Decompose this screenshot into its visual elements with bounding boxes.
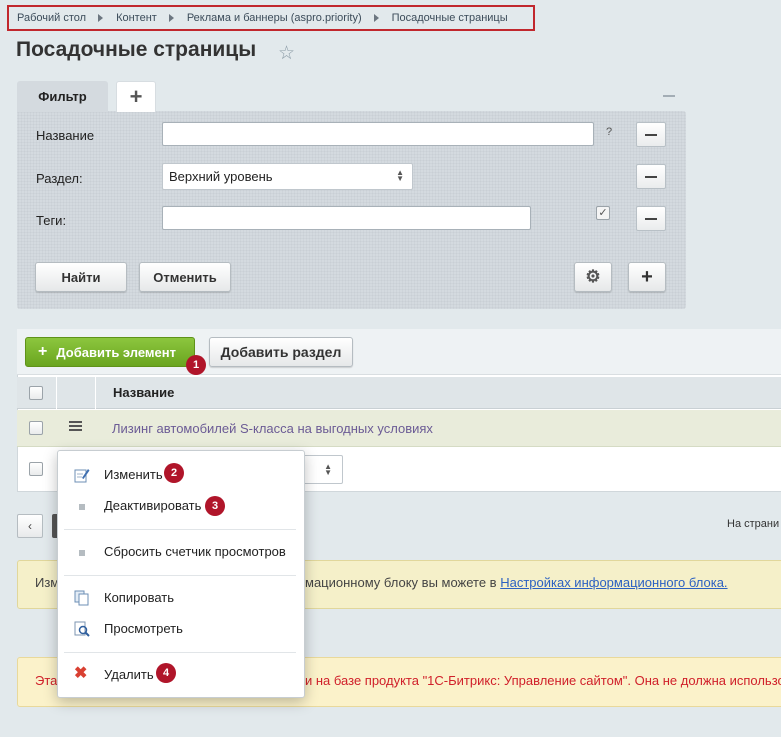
remove-tags-field-button[interactable] xyxy=(636,206,666,231)
menu-separator xyxy=(64,529,296,530)
delete-icon: ✖ xyxy=(74,665,88,682)
name-input[interactable] xyxy=(162,122,594,146)
page-size-label: На страни xyxy=(727,518,780,530)
footer-checkbox[interactable] xyxy=(29,462,43,476)
breadcrumb-separator-icon xyxy=(98,14,104,22)
page-title: Посадочные страницы xyxy=(16,38,257,61)
breadcrumb-separator-icon xyxy=(373,14,379,22)
step-badge-2: 2 xyxy=(164,463,184,483)
prev-page-button[interactable]: ‹ xyxy=(17,514,43,538)
tags-checkbox-icon[interactable]: ✓ xyxy=(596,206,610,220)
menu-item-copy[interactable]: Копировать xyxy=(104,590,174,605)
menu-item-view[interactable]: Просмотреть xyxy=(104,621,183,636)
tags-input[interactable] xyxy=(162,206,531,230)
info-notice-body: мационному блоку вы можете в xyxy=(305,575,501,590)
add-filter-field-button[interactable]: + xyxy=(628,262,666,292)
column-header-name[interactable]: Название xyxy=(113,385,174,400)
select-all-checkbox[interactable] xyxy=(29,386,43,400)
row-name-link[interactable]: Лизинг автомобилей S-класса на выгодных … xyxy=(112,421,433,436)
settings-gear-icon[interactable]: ⚙ xyxy=(574,262,612,292)
breadcrumb-item-ads[interactable]: Реклама и баннеры (aspro.priority) xyxy=(187,12,362,24)
menu-item-deactivate[interactable]: Деактивировать xyxy=(104,498,201,513)
add-element-label: Добавить элемент xyxy=(56,344,176,360)
add-filter-tab-button[interactable]: + xyxy=(116,81,156,112)
menu-item-delete[interactable]: Удалить xyxy=(104,667,154,682)
view-icon xyxy=(74,621,90,637)
cancel-filter-button[interactable]: Отменить xyxy=(139,262,231,292)
select-arrows-icon: ▲ ▼ xyxy=(324,462,332,477)
menu-item-reset-views[interactable]: Сбросить счетчик просмотров xyxy=(104,544,286,559)
filter-tab[interactable]: Фильтр xyxy=(17,81,108,112)
breadcrumb: Рабочий стол Контент Реклама и баннеры (… xyxy=(7,5,535,31)
name-field-label: Название xyxy=(36,128,95,143)
info-notice-prefix: Изм xyxy=(35,575,60,590)
menu-separator xyxy=(64,575,296,576)
dot-icon xyxy=(79,504,85,510)
favorite-star-icon[interactable]: ☆ xyxy=(278,42,295,65)
minimize-filter-icon[interactable] xyxy=(663,95,675,97)
row-context-menu: Изменить 2 Деактивировать 3 Сбросить сче… xyxy=(57,450,305,698)
edit-icon xyxy=(74,469,90,483)
row-menu-hamburger-icon[interactable] xyxy=(69,421,82,432)
section-select[interactable]: Верхний уровень ▲ ▼ xyxy=(162,163,413,190)
select-arrows-icon: ▲ ▼ xyxy=(396,168,404,183)
warning-notice-prefix: Эта xyxy=(35,673,58,688)
row-checkbox[interactable] xyxy=(29,421,43,435)
breadcrumb-separator-icon xyxy=(168,14,174,22)
find-button[interactable]: Найти xyxy=(35,262,127,292)
remove-section-field-button[interactable] xyxy=(636,164,666,189)
iblock-settings-link[interactable]: Настройках информационного блока. xyxy=(500,575,727,590)
plus-icon: + xyxy=(38,343,48,360)
step-badge-4: 4 xyxy=(156,663,176,683)
action-select[interactable]: ▲ ▼ xyxy=(300,455,343,484)
breadcrumb-item-content[interactable]: Контент xyxy=(116,12,157,24)
copy-icon xyxy=(74,590,89,606)
info-notice-text: мационному блоку вы можете в Настройках … xyxy=(305,575,728,590)
breadcrumb-item-current: Посадочные страницы xyxy=(391,12,508,24)
help-icon[interactable]: ? xyxy=(606,126,612,138)
tags-field-label: Теги: xyxy=(36,213,67,228)
add-section-button[interactable]: Добавить раздел xyxy=(209,337,353,367)
remove-name-field-button[interactable] xyxy=(636,122,666,147)
section-select-value: Верхний уровень xyxy=(169,169,273,184)
step-badge-3: 3 xyxy=(205,496,225,516)
warning-notice-text: и на базе продукта "1С-Битрикс: Управлен… xyxy=(305,673,781,688)
menu-item-edit[interactable]: Изменить xyxy=(104,467,163,482)
section-field-label: Раздел: xyxy=(36,171,83,186)
step-badge-1: 1 xyxy=(186,355,206,375)
menu-separator xyxy=(64,652,296,653)
breadcrumb-item-desktop[interactable]: Рабочий стол xyxy=(17,12,86,24)
dot-icon xyxy=(79,550,85,556)
add-element-button[interactable]: + Добавить элемент xyxy=(25,337,195,367)
